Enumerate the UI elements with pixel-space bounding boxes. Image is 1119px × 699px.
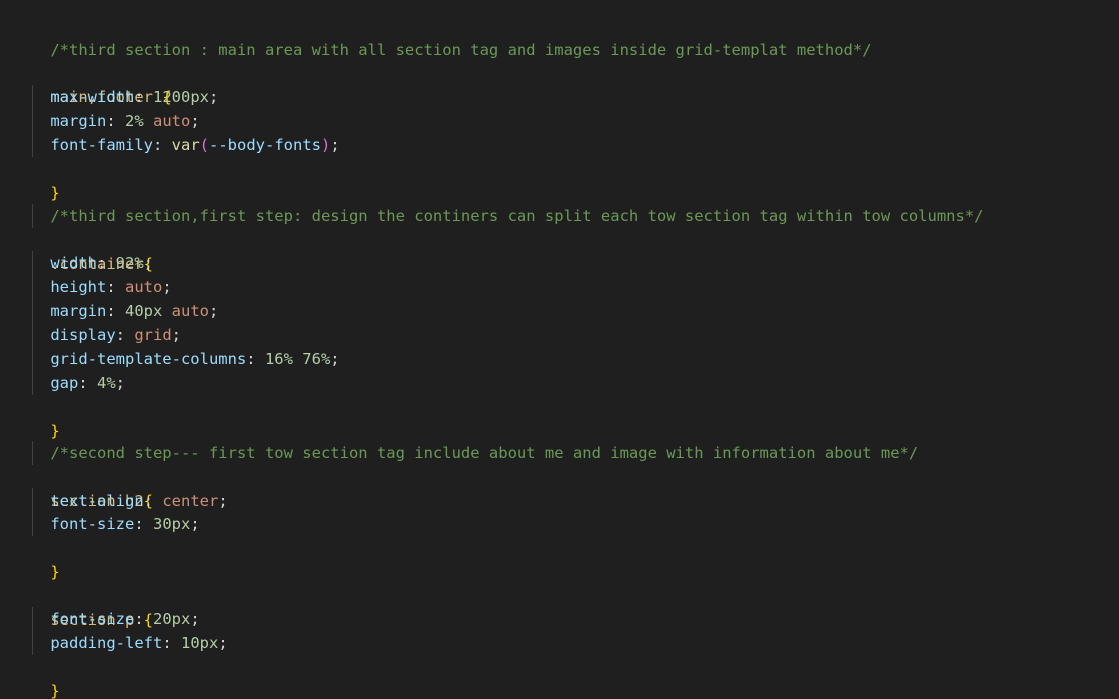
code-line[interactable]: text-align: center;: [13, 489, 227, 513]
css-value: 16% 76%: [264, 350, 331, 368]
code-line[interactable]: .container{: [13, 228, 153, 273]
css-property: width: [50, 254, 97, 272]
code-line[interactable]: /*second step--- first tow section tag i…: [13, 441, 918, 465]
code-line[interactable]: font-size: 30px;: [13, 512, 199, 536]
code-line[interactable]: grid-template-columns: 16% 76%;: [13, 347, 339, 371]
code-line[interactable]: }: [13, 536, 59, 581]
css-value: 10px: [180, 634, 219, 652]
code-comment: /*third section : main area with all sec…: [50, 41, 872, 59]
css-property: font-size: [50, 515, 135, 533]
code-line[interactable]: margin: 2% auto;: [13, 109, 199, 133]
css-property: text-align: [50, 492, 144, 510]
css-property: max-width: [50, 88, 135, 106]
css-property: margin: [50, 112, 107, 130]
css-value: 30px: [153, 515, 191, 533]
code-line[interactable]: }: [13, 655, 59, 699]
code-line[interactable]: font-size: 20px;: [13, 607, 199, 631]
code-line[interactable]: margin: 40px auto;: [13, 299, 218, 323]
code-line[interactable]: /*third section,first step: design the c…: [13, 204, 984, 228]
code-line[interactable]: padding-left: 10px;: [13, 631, 227, 655]
code-line[interactable]: gap: 4%;: [13, 371, 125, 395]
css-keyword: auto: [153, 112, 191, 130]
code-line[interactable]: main,footer {: [13, 61, 171, 106]
code-comment: /*second step--- first tow section tag i…: [50, 444, 919, 462]
css-value: 1200px: [153, 88, 209, 106]
css-property: display: [50, 326, 116, 344]
code-editor[interactable]: /*third section : main area with all sec…: [0, 0, 1119, 699]
code-line[interactable]: height: auto;: [13, 275, 171, 299]
code-line[interactable]: font-family: var(--body-fonts);: [13, 133, 339, 157]
code-comment: /*third section,first step: design the c…: [50, 207, 984, 225]
css-keyword: auto: [171, 302, 209, 320]
css-function: var: [171, 136, 200, 154]
css-value: 92%: [115, 254, 144, 272]
close-brace: }: [50, 563, 60, 581]
css-property: margin: [50, 302, 107, 320]
close-brace: }: [50, 422, 60, 440]
css-value: 4%: [97, 374, 116, 392]
code-line[interactable]: section h2{: [13, 465, 153, 510]
css-property: font-family: [50, 136, 153, 154]
css-property: grid-template-columns: [50, 350, 247, 368]
code-line[interactable]: }: [13, 157, 59, 202]
css-value: 40px: [125, 302, 163, 320]
code-line[interactable]: max-width: 1200px;: [13, 85, 218, 109]
css-property: gap: [50, 374, 79, 392]
code-line[interactable]: section p {: [13, 584, 153, 629]
css-value: 2%: [125, 112, 144, 130]
css-keyword: auto: [125, 278, 163, 296]
css-keyword: center: [162, 492, 219, 510]
css-variable: --body-fonts: [209, 136, 321, 154]
code-line[interactable]: width: 92%;: [13, 251, 153, 275]
css-property: font-size: [50, 610, 135, 628]
css-value: 20px: [153, 610, 191, 628]
css-property: padding-left: [50, 634, 163, 652]
css-keyword: grid: [134, 326, 172, 344]
code-line[interactable]: /*third section : main area with all sec…: [13, 14, 871, 59]
code-line[interactable]: }: [13, 395, 59, 440]
close-brace: }: [50, 184, 60, 202]
close-brace: }: [50, 682, 60, 699]
code-line[interactable]: display: grid;: [13, 323, 181, 347]
css-property: height: [50, 278, 107, 296]
